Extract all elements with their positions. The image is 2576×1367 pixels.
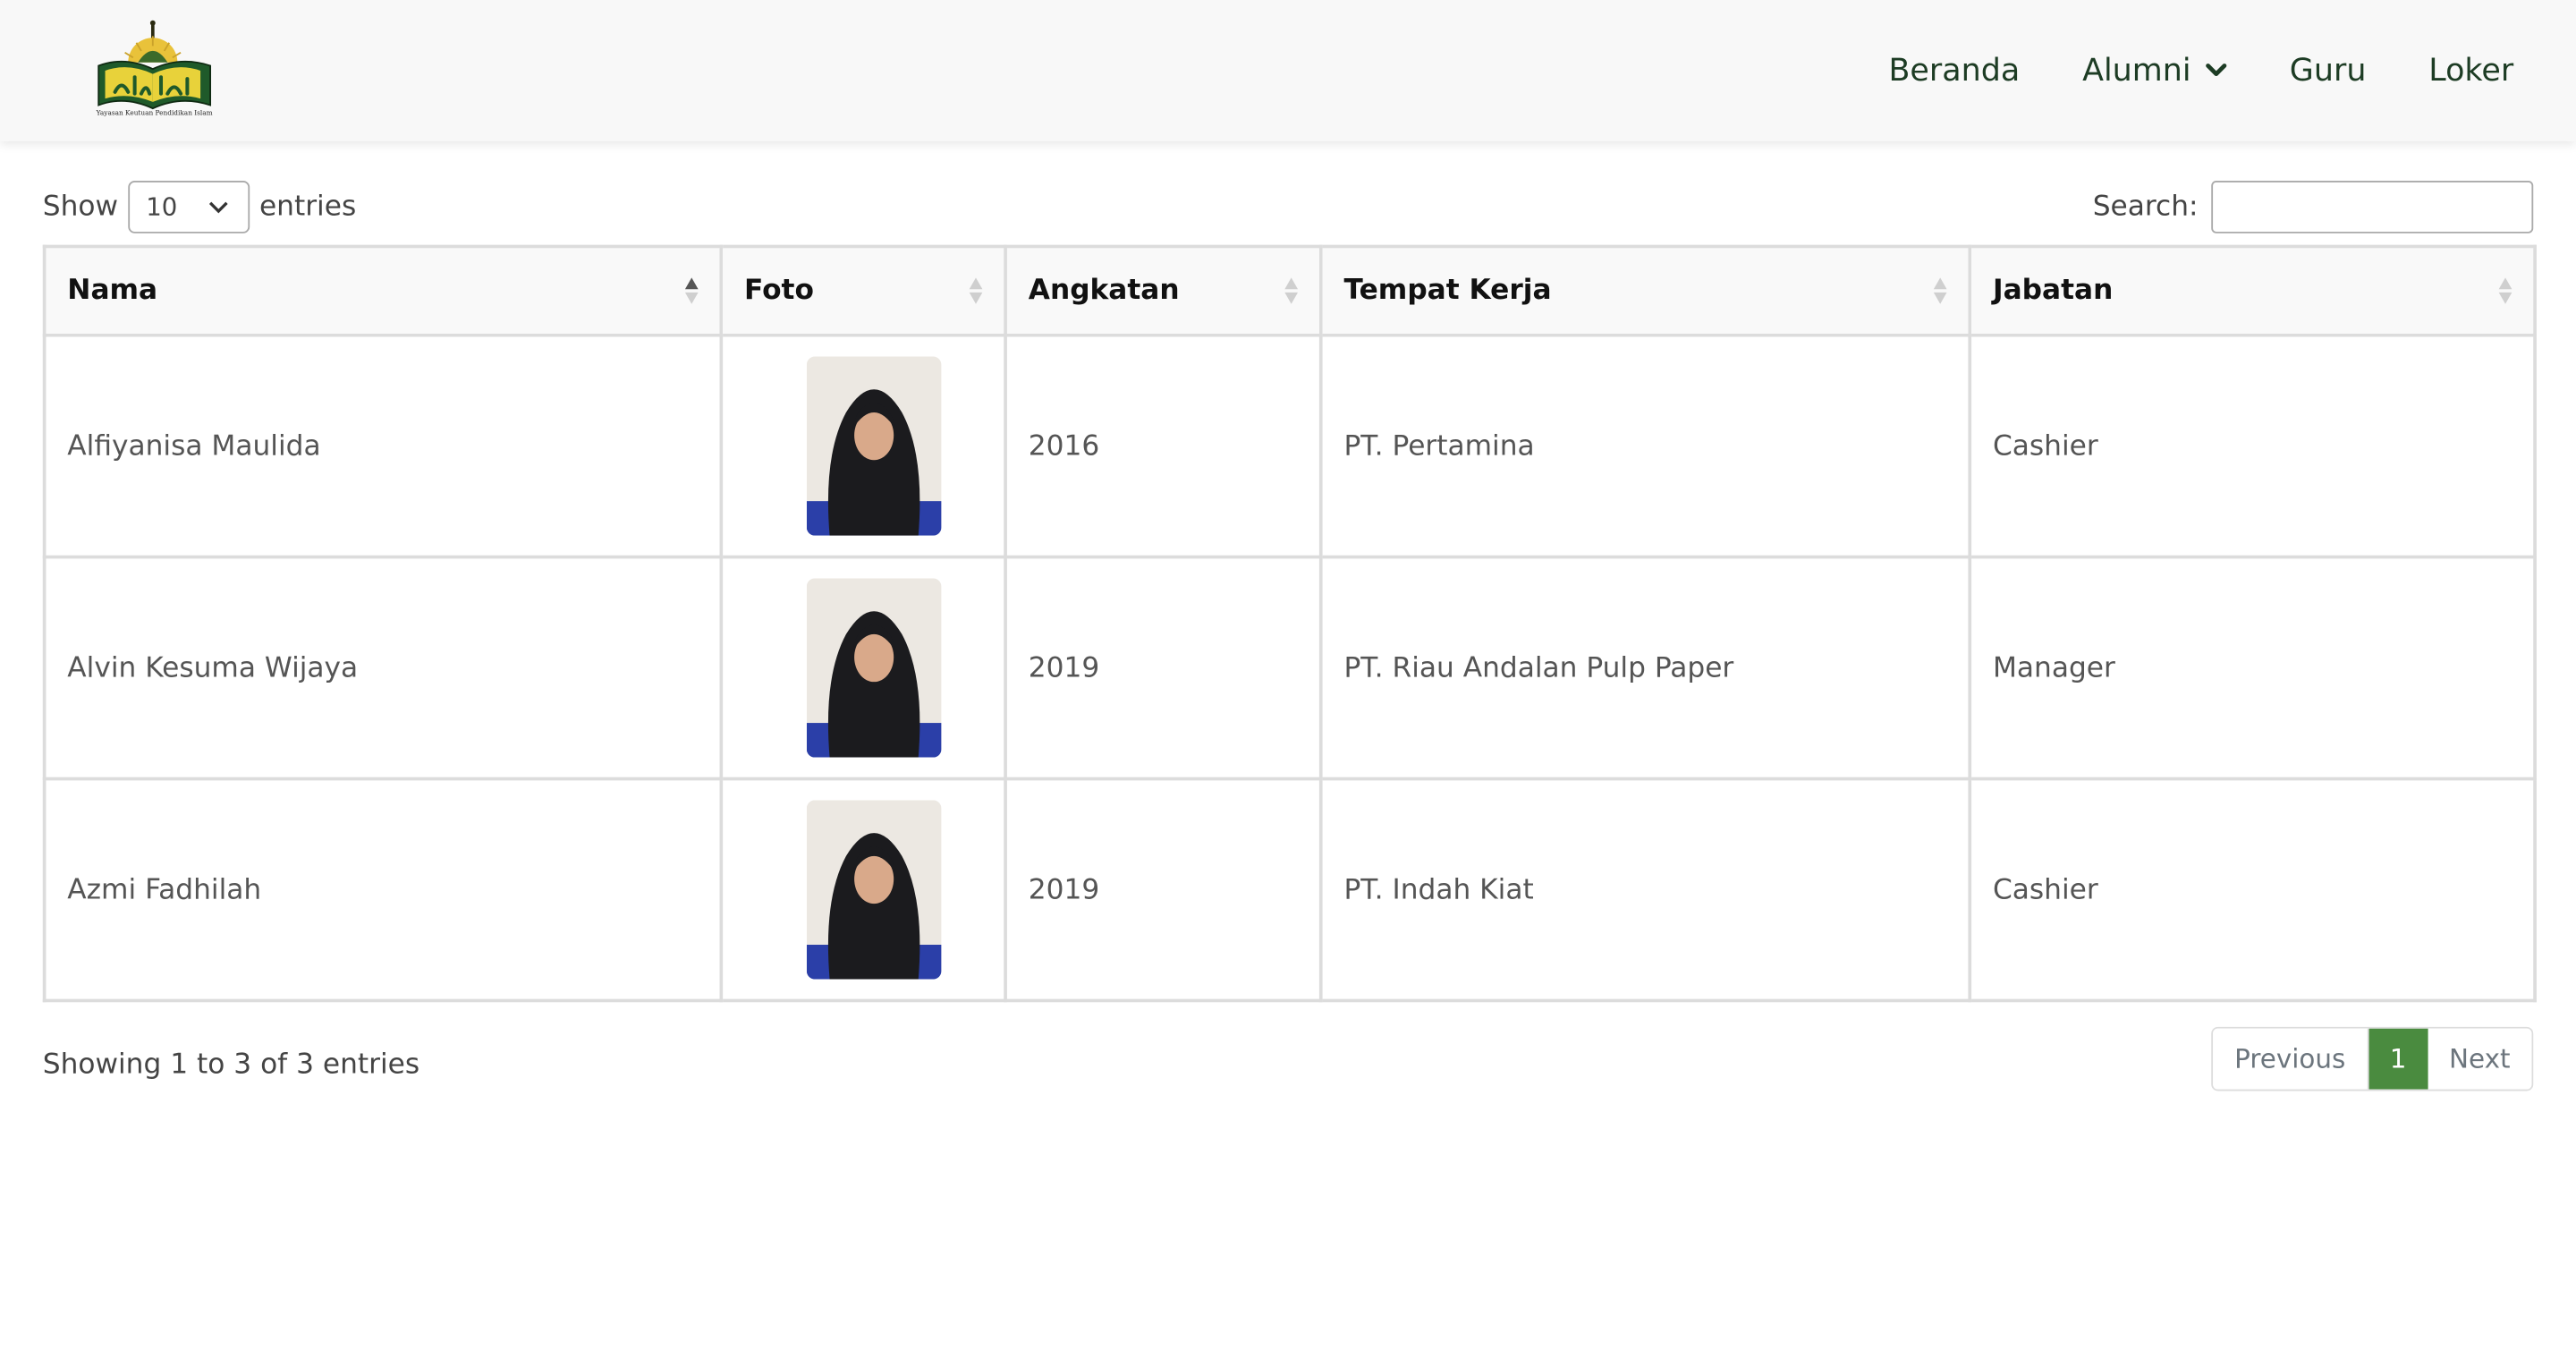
nav-beranda-label: Beranda	[1888, 52, 2021, 89]
school-logo[interactable]: Yayasan Keutuan Pendidikan Islam	[92, 20, 217, 122]
cell-jabatan: Cashier	[1968, 333, 2537, 559]
alumni-photo	[806, 578, 942, 758]
cell-tempat-kerja: PT. Pertamina	[1318, 333, 1972, 559]
cell-nama: Azmi Fadhilah	[42, 777, 724, 1003]
cell-jabatan: Manager	[1968, 555, 2537, 781]
entries-select[interactable]: 10	[128, 181, 250, 233]
logo-caption: Yayasan Keutuan Pendidikan Islam	[96, 108, 213, 117]
show-label: Show	[42, 191, 119, 224]
column-header-tempat-kerja[interactable]: Tempat Kerja	[1318, 244, 1972, 337]
nav-alumni-dropdown[interactable]: Alumni	[2082, 53, 2227, 89]
column-header-label: Jabatan	[1992, 274, 2114, 308]
alumni-photo	[806, 800, 942, 980]
cell-tempat-kerja: PT. Indah Kiat	[1318, 777, 1972, 1003]
next-page-button[interactable]: Next	[2428, 1028, 2532, 1090]
column-header-jabatan[interactable]: Jabatan	[1968, 244, 2537, 337]
column-header-label: Foto	[744, 274, 814, 308]
column-header-foto[interactable]: Foto	[719, 244, 1007, 337]
entries-label: entries	[258, 191, 357, 224]
cell-angkatan: 2019	[1004, 555, 1323, 781]
search-control: Search:	[2093, 177, 2534, 236]
entries-length-control: Show 10 entries	[43, 177, 356, 236]
nav-loker[interactable]: Loker	[2428, 53, 2513, 89]
logo-emblem-icon	[97, 20, 212, 110]
sort-icon	[1933, 277, 1947, 304]
table-row: Alvin Kesuma Wijaya 2019 PT. Riau Andala…	[42, 555, 2537, 781]
alumni-table: Nama Foto Angkatan Tempat Kerja Jabatan …	[42, 244, 2537, 1003]
cell-foto	[719, 333, 1007, 559]
nav-alumni-label: Alumni	[2082, 52, 2191, 89]
search-input[interactable]	[2211, 181, 2534, 233]
column-header-label: Angkatan	[1028, 274, 1180, 308]
chevron-down-icon	[2205, 64, 2226, 77]
previous-page-button[interactable]: Previous	[2213, 1028, 2369, 1090]
cell-foto	[719, 555, 1007, 781]
nav-loker-label: Loker	[2428, 52, 2514, 89]
sort-ascending-icon	[684, 277, 699, 304]
cell-angkatan: 2019	[1004, 777, 1323, 1003]
chevron-down-icon	[208, 201, 228, 214]
entries-select-value: 10	[146, 191, 178, 222]
cell-foto	[719, 777, 1007, 1003]
cell-jabatan: Cashier	[1968, 777, 2537, 1003]
pagination: Previous 1 Next	[2211, 1026, 2534, 1091]
navbar: Yayasan Keutuan Pendidikan Islam Beranda…	[0, 0, 2576, 141]
column-header-angkatan[interactable]: Angkatan	[1004, 244, 1323, 337]
nav-guru[interactable]: Guru	[2290, 53, 2367, 89]
nav-beranda[interactable]: Beranda	[1888, 53, 2020, 89]
sort-icon	[2498, 277, 2512, 304]
column-header-nama[interactable]: Nama	[42, 244, 724, 337]
search-label: Search:	[2092, 191, 2199, 224]
sort-icon	[1284, 277, 1299, 304]
table-controls: Show 10 entries Search:	[43, 177, 2534, 236]
cell-nama: Alvin Kesuma Wijaya	[42, 555, 724, 781]
nav-menu: Beranda Alumni Guru Loker	[1826, 0, 2513, 141]
table-header-row: Nama Foto Angkatan Tempat Kerja Jabatan	[42, 244, 2537, 337]
sort-icon	[969, 277, 983, 304]
cell-nama: Alfiyanisa Maulida	[42, 333, 724, 559]
column-header-label: Nama	[67, 274, 158, 308]
nav-guru-label: Guru	[2289, 52, 2367, 89]
table-info: Showing 1 to 3 of 3 entries	[42, 1048, 420, 1082]
cell-angkatan: 2016	[1004, 333, 1323, 559]
cell-tempat-kerja: PT. Riau Andalan Pulp Paper	[1318, 555, 1972, 781]
column-header-label: Tempat Kerja	[1343, 274, 1552, 308]
alumni-photo	[806, 356, 942, 536]
table-row: Alfiyanisa Maulida 2016 PT. Pertamina Ca…	[42, 333, 2537, 559]
table-row: Azmi Fadhilah 2019 PT. Indah Kiat Cashie…	[42, 777, 2537, 1003]
page-1-button[interactable]: 1	[2368, 1028, 2428, 1090]
